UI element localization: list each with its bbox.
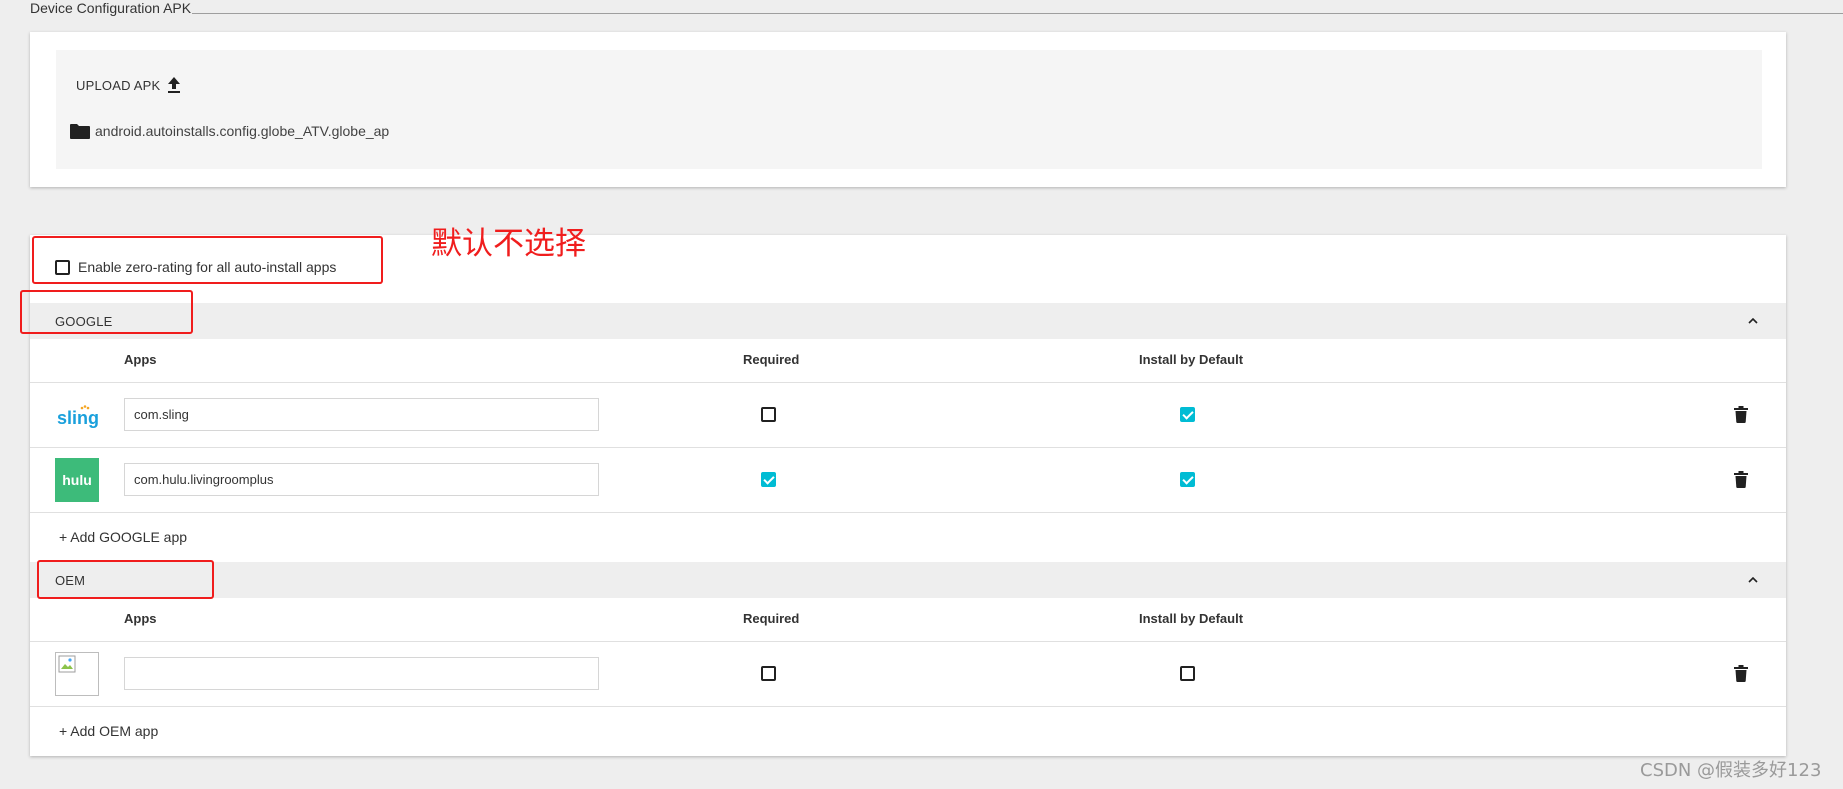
- annotation-box-google: [20, 290, 193, 334]
- required-checkbox[interactable]: [761, 472, 776, 487]
- trash-icon[interactable]: [1734, 406, 1748, 423]
- col-required: Required: [743, 611, 800, 626]
- folder-icon: [70, 124, 90, 139]
- file-name: android.autoinstalls.config.globe_ATV.gl…: [95, 123, 390, 139]
- add-google-app-button[interactable]: + Add GOOGLE app: [59, 529, 187, 545]
- broken-image-icon: [55, 652, 99, 696]
- sling-logo: sling: [55, 393, 99, 437]
- chevron-up-icon[interactable]: [1748, 316, 1758, 326]
- watermark: CSDN @假装多好123: [1640, 760, 1822, 781]
- install-default-checkbox[interactable]: [1180, 472, 1195, 487]
- upload-apk-button[interactable]: UPLOAD APK: [76, 74, 182, 96]
- upload-apk-label: UPLOAD APK: [76, 77, 161, 93]
- install-default-checkbox[interactable]: [1180, 666, 1195, 681]
- app-package-input[interactable]: [124, 463, 599, 496]
- uploaded-file: android.autoinstalls.config.globe_ATV.gl…: [69, 122, 389, 140]
- add-oem-app-button[interactable]: + Add OEM app: [59, 723, 158, 739]
- table-row: sling: [30, 383, 1786, 448]
- col-install-by-default: Install by Default: [1139, 352, 1244, 367]
- app-package-input[interactable]: [124, 398, 599, 431]
- upload-icon: [168, 77, 181, 93]
- table-row: hulu: [30, 448, 1786, 513]
- trash-icon[interactable]: [1734, 471, 1748, 488]
- annotation-box-zero-rating: [32, 236, 383, 284]
- required-checkbox[interactable]: [761, 407, 776, 422]
- col-apps: Apps: [124, 352, 157, 367]
- oem-section-header[interactable]: OEM: [30, 562, 1786, 598]
- auto-install-card: Enable zero-rating for all auto-install …: [30, 235, 1786, 756]
- oem-column-header: Apps Required Install by Default: [30, 598, 1786, 642]
- chevron-up-icon[interactable]: [1748, 575, 1758, 585]
- col-install-by-default: Install by Default: [1139, 611, 1244, 626]
- table-row: [30, 642, 1786, 707]
- trash-icon[interactable]: [1734, 665, 1748, 682]
- google-section-header[interactable]: GOOGLE: [30, 303, 1786, 339]
- required-checkbox[interactable]: [761, 666, 776, 681]
- section-legend: Device Configuration APK: [30, 0, 1843, 16]
- section-title: Device Configuration APK: [30, 0, 194, 16]
- hulu-logo: hulu: [55, 458, 99, 502]
- install-default-checkbox[interactable]: [1180, 407, 1195, 422]
- annotation-text: 默认不选择: [431, 226, 586, 262]
- svg-text:sling: sling: [57, 408, 99, 428]
- app-package-input[interactable]: [124, 657, 599, 690]
- upload-area: UPLOAD APK android.autoinstalls.config.g…: [56, 50, 1762, 169]
- col-required: Required: [743, 352, 800, 367]
- annotation-box-oem: [37, 560, 214, 599]
- google-column-header: Apps Required Install by Default: [30, 339, 1786, 383]
- upload-card: UPLOAD APK android.autoinstalls.config.g…: [30, 32, 1786, 187]
- svg-text:hulu: hulu: [62, 472, 92, 488]
- col-apps: Apps: [124, 611, 157, 626]
- legend-divider: [192, 13, 1843, 14]
